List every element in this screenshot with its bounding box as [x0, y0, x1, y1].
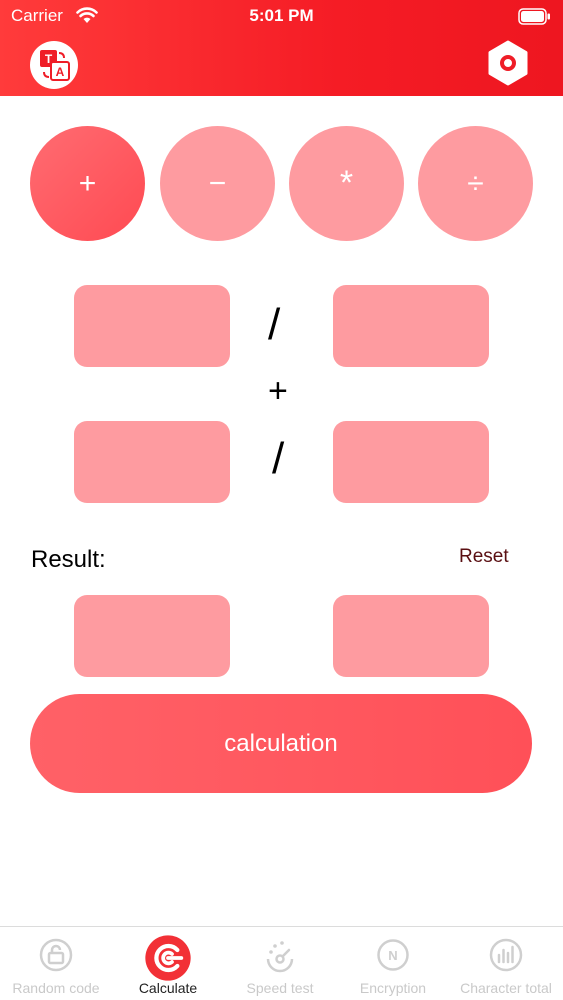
reset-button[interactable]: Reset: [459, 546, 509, 568]
tab-label: Calculate: [138, 980, 198, 996]
tab-calculate[interactable]: Calculate: [112, 927, 224, 1000]
fraction2-denominator-input[interactable]: [333, 421, 489, 503]
hexagon-settings-icon: [488, 40, 528, 86]
tab-label: Speed test: [246, 980, 314, 996]
character-total-icon: [489, 938, 523, 972]
svg-text:N: N: [388, 948, 397, 963]
operation-symbol: +: [268, 372, 288, 410]
fraction1-numerator-input[interactable]: [74, 285, 230, 367]
speed-test-icon: [266, 941, 294, 973]
translate-button[interactable]: T A: [30, 41, 78, 89]
operator-multiply-button[interactable]: *: [289, 126, 404, 241]
tab-speed-test[interactable]: Speed test: [224, 927, 336, 1000]
clock: 5:01 PM: [249, 6, 314, 25]
tab-label: Random code: [12, 980, 100, 996]
svg-text:A: A: [56, 65, 65, 79]
tab-encryption[interactable]: N Encryption: [337, 927, 449, 1000]
divide-icon: ÷: [467, 166, 484, 200]
header-bar: Carrier 5:01 PM T A: [0, 0, 563, 96]
tab-label: Character total: [460, 980, 552, 996]
status-bar: Carrier 5:01 PM: [0, 0, 563, 32]
encryption-icon: N: [377, 939, 409, 971]
tab-bar: Random code Calculate Speed test N Encry…: [0, 926, 563, 1000]
battery-icon: [518, 8, 550, 25]
tab-random-code[interactable]: Random code: [0, 927, 112, 1000]
calculator-screen: Carrier 5:01 PM T A + − * ÷ / + / Result…: [0, 0, 563, 1000]
result-numerator-field: [74, 595, 230, 677]
tab-label: Encryption: [359, 980, 427, 996]
settings-button[interactable]: [485, 40, 531, 86]
fraction1-denominator-input[interactable]: [333, 285, 489, 367]
fraction1-separator: /: [268, 300, 281, 349]
fraction2-separator: /: [272, 434, 285, 483]
result-label: Result:: [31, 546, 106, 573]
multiply-icon: *: [339, 164, 354, 202]
operator-divide-button[interactable]: ÷: [418, 126, 533, 241]
minus-icon: −: [208, 166, 227, 200]
calculate-icon: [145, 935, 191, 981]
plus-icon: +: [78, 166, 97, 200]
operator-minus-button[interactable]: −: [160, 126, 275, 241]
fraction2-numerator-input[interactable]: [74, 421, 230, 503]
result-denominator-field: [333, 595, 489, 677]
calculation-button[interactable]: calculation: [30, 694, 532, 793]
translate-icon: T A: [40, 50, 70, 81]
operator-plus-button[interactable]: +: [30, 126, 145, 241]
tab-character-total[interactable]: Character total: [450, 927, 562, 1000]
random-code-icon: [39, 938, 73, 972]
